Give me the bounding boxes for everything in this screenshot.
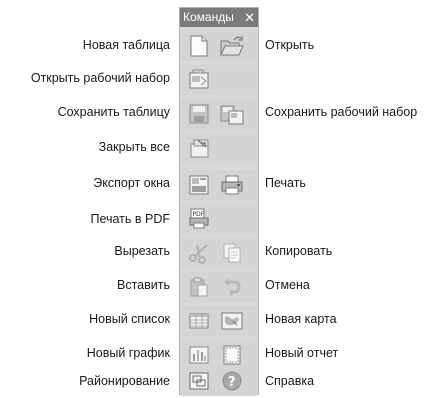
print-button[interactable]	[218, 171, 246, 199]
label-new-list: Новый список	[89, 312, 170, 326]
export-window-icon	[189, 175, 209, 195]
redistrict-button[interactable]	[185, 367, 213, 395]
new-layout-report-icon	[223, 345, 241, 365]
label-close-all: Закрыть все	[98, 140, 170, 154]
new-table-icon	[190, 35, 208, 57]
redistrict-icon	[189, 372, 209, 390]
commands-toolbar: Команды ✕ PDF ?	[179, 7, 259, 396]
label-new-graph: Новый график	[86, 346, 170, 360]
svg-text:?: ?	[228, 375, 236, 390]
help-icon: ?	[222, 371, 242, 391]
open-workspace-icon	[189, 69, 209, 89]
new-map-button[interactable]	[218, 307, 246, 335]
label-cut: Вырезать	[114, 244, 170, 258]
paste-icon	[190, 277, 208, 297]
new-report-button[interactable]	[218, 341, 246, 369]
save-table-button[interactable]	[185, 100, 213, 128]
new-browser-list-icon	[189, 313, 209, 329]
label-open: Открыть	[265, 38, 315, 52]
save-workspace-icon	[220, 105, 244, 125]
undo-icon	[224, 278, 241, 296]
label-redistrict: Районирование	[79, 374, 170, 388]
label-new-map: Новая карта	[265, 312, 337, 326]
cut-button[interactable]	[185, 239, 213, 267]
label-save-table: Сохранить таблицу	[57, 105, 170, 119]
new-table-button[interactable]	[185, 32, 213, 60]
label-new-table: Новая таблица	[82, 38, 170, 52]
new-graph-button[interactable]	[185, 341, 213, 369]
save-workspace-button[interactable]	[218, 100, 246, 128]
new-map-icon	[221, 312, 243, 330]
label-paste: Вставить	[117, 278, 170, 292]
close-all-button[interactable]	[185, 135, 213, 163]
label-new-report: Новый отчет	[265, 346, 339, 360]
open-workspace-button[interactable]	[185, 66, 213, 94]
undo-button[interactable]	[218, 273, 246, 301]
label-help: Справка	[265, 374, 315, 388]
export-window-button[interactable]	[185, 171, 213, 199]
copy-button[interactable]	[218, 239, 246, 267]
copy-icon	[223, 243, 241, 263]
label-save-workspace: Сохранить рабочий набор	[265, 105, 418, 119]
close-icon[interactable]: ✕	[244, 8, 255, 27]
printer-icon	[221, 175, 243, 195]
open-folder-icon	[220, 36, 244, 56]
help-button[interactable]: ?	[218, 367, 246, 395]
scissors-icon	[189, 244, 208, 264]
label-open-workspace: Открыть рабочий набор	[30, 71, 170, 85]
new-graph-icon	[189, 346, 209, 364]
save-table-icon	[189, 104, 209, 124]
label-print: Печать	[265, 176, 306, 190]
paste-button[interactable]	[185, 273, 213, 301]
label-copy: Копировать	[265, 244, 333, 258]
new-list-button[interactable]	[185, 307, 213, 335]
label-undo: Отмена	[265, 278, 310, 292]
print-pdf-icon: PDF	[189, 208, 209, 229]
svg-text:PDF: PDF	[193, 211, 205, 218]
close-all-icon	[190, 139, 209, 158]
toolbar-title: Команды	[183, 10, 234, 24]
toolbar-title-bar[interactable]: Команды ✕	[180, 8, 258, 27]
print-pdf-button[interactable]: PDF	[185, 205, 213, 233]
label-export-window: Экспорт окна	[93, 176, 170, 190]
label-print-pdf: Печать в PDF	[90, 212, 170, 226]
open-button[interactable]	[218, 32, 246, 60]
